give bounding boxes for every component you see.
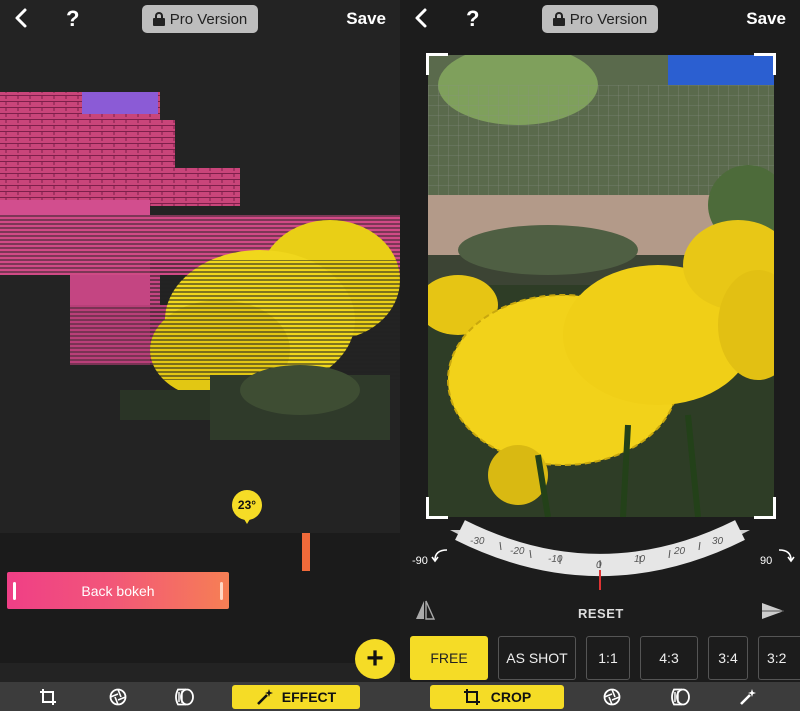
dial-tick-label: -20 [510, 546, 525, 557]
ratio-1-1-button[interactable]: 1:1 [586, 636, 630, 680]
dial-tick-label: 0 [596, 560, 602, 571]
tool-crop[interactable] [36, 685, 60, 709]
ratio-4-3-button[interactable]: 4:3 [640, 636, 698, 680]
dial-tick-label: 10 [634, 554, 646, 565]
crop-handle-top-left[interactable] [426, 53, 448, 75]
magic-wand-icon [740, 689, 756, 705]
rotate-right-label: 90 [760, 555, 773, 567]
aperture-icon [603, 688, 621, 706]
bottom-toolbar: EFFECT [0, 682, 400, 711]
lock-icon [152, 12, 165, 26]
pro-version-button[interactable]: Pro Version [542, 5, 658, 33]
lock-icon [552, 12, 565, 26]
rotate-right-button[interactable]: 90 [760, 548, 795, 567]
chevron-left-icon [15, 8, 27, 28]
segment-start-handle[interactable] [13, 582, 16, 600]
perspective-icon[interactable] [760, 600, 786, 622]
rotate-left-button[interactable]: -90 [412, 548, 451, 567]
save-button[interactable]: Save [346, 9, 386, 29]
help-button[interactable]: ? [466, 6, 479, 32]
lens-icon [175, 688, 194, 706]
back-button[interactable] [414, 7, 434, 31]
tool-effect-label: EFFECT [281, 689, 337, 705]
rotate-right-icon [779, 549, 795, 563]
chevron-left-icon [415, 8, 427, 28]
help-button[interactable]: ? [66, 6, 79, 32]
crop-icon [463, 689, 480, 705]
crop-handle-bottom-right[interactable] [754, 497, 776, 519]
tool-lens[interactable] [170, 685, 198, 709]
playhead[interactable] [302, 533, 310, 571]
effect-segment-label: Back bokeh [81, 582, 155, 599]
add-effect-button[interactable]: + [355, 639, 395, 679]
dial-tick-label: -30 [470, 536, 485, 547]
tool-aperture[interactable] [106, 685, 130, 709]
effect-timeline[interactable]: Back bokeh [0, 533, 400, 663]
pro-version-label: Pro Version [169, 10, 248, 28]
tool-effect[interactable]: EFFECT [232, 685, 360, 709]
top-bar: ? Pro Version Save [400, 0, 800, 38]
segment-end-handle[interactable] [220, 582, 223, 600]
bottom-toolbar: CROP [400, 682, 800, 711]
tool-crop[interactable]: CROP [430, 685, 564, 709]
ratio-3-4-button[interactable]: 3:4 [708, 636, 748, 680]
dial-tick-label: 30 [712, 536, 724, 547]
top-bar: ? Pro Version Save [0, 0, 400, 38]
crop-icon [40, 689, 56, 705]
back-button[interactable] [14, 7, 34, 31]
tool-effect[interactable] [736, 685, 760, 709]
crop-handle-top-right[interactable] [754, 53, 776, 75]
dial-tick-label: -10 [548, 554, 563, 565]
ratio-3-2-button[interactable]: 3:2 [758, 636, 800, 680]
rotate-left-label: -90 [412, 555, 428, 567]
crop-photo[interactable] [428, 55, 774, 517]
effect-screen: ? Pro Version Save 23° Back bokeh EFFECT [0, 0, 400, 711]
pro-version-label: Pro Version [569, 10, 648, 28]
ratio-free-button[interactable]: FREE [410, 636, 488, 680]
angle-indicator[interactable]: 23° [232, 490, 262, 526]
effect-preview-image[interactable] [0, 90, 400, 440]
tool-lens[interactable] [666, 685, 694, 709]
lens-icon [671, 688, 690, 706]
rotation-dial[interactable]: -30 -20 -10 0 10 20 30 [400, 520, 800, 600]
effect-segment[interactable]: Back bokeh [7, 572, 229, 609]
tool-crop-label: CROP [490, 689, 532, 705]
pro-version-button[interactable]: Pro Version [142, 5, 258, 33]
magic-wand-icon [256, 689, 273, 705]
ratio-as-shot-button[interactable]: AS SHOT [498, 636, 576, 680]
aperture-icon [109, 688, 127, 706]
reset-button[interactable]: RESET [578, 606, 624, 621]
flip-horizontal-icon[interactable] [414, 599, 436, 621]
rotate-left-icon [431, 549, 447, 563]
crop-handle-bottom-left[interactable] [426, 497, 448, 519]
save-button[interactable]: Save [746, 9, 786, 29]
tool-aperture[interactable] [600, 685, 624, 709]
dial-tick-label: 20 [673, 546, 686, 557]
